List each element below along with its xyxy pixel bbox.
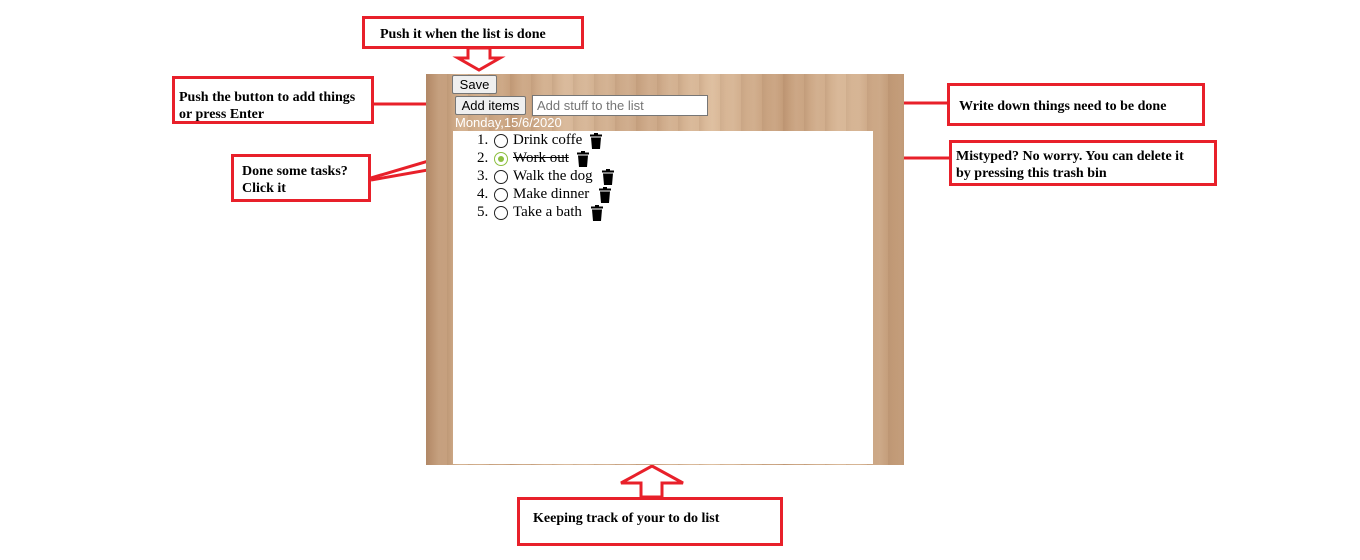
todo-number: 5. [477,204,489,220]
todo-text: Walk the dog [513,168,593,184]
radio-circle-icon[interactable] [494,206,508,220]
todo-text: Drink coffe [513,132,583,148]
annotation-delete: Mistyped? No worry. You can delete it by… [949,140,1217,186]
add-stuff-input[interactable] [532,95,708,116]
annotation-delete-line2: by pressing this trash bin [956,166,1107,181]
todo-text: Take a bath [513,204,582,220]
annotation-done-line1: Done some tasks? [242,164,348,179]
todo-list-panel: 1. Drink coffe 2. Work out 3. Walk the d… [453,131,873,464]
annotation-done-line2: Click it [242,181,286,196]
trash-icon[interactable] [590,133,602,149]
todo-number: 4. [477,186,489,202]
arrow-down-icon [452,46,506,72]
add-items-button[interactable]: Add items [455,96,526,115]
radio-circle-icon[interactable] [494,170,508,184]
trash-icon[interactable] [591,205,603,221]
annotation-save: Push it when the list is done [362,16,584,49]
save-button[interactable]: Save [452,75,497,94]
todo-number: 1. [477,132,489,148]
annotation-write-text: Write down things need to be done [959,99,1167,114]
annotation-done: Done some tasks? Click it [231,154,371,202]
todo-number: 3. [477,168,489,184]
annotation-track: Keeping track of your to do list [517,497,783,546]
todo-number: 2. [477,150,489,166]
date-label: Monday,15/6/2020 [455,115,562,130]
radio-circle-icon[interactable] [494,134,508,148]
todo-text: Make dinner [513,186,590,202]
trash-icon[interactable] [599,187,611,203]
annotation-track-text: Keeping track of your to do list [533,511,720,526]
todo-text: Work out [513,150,569,166]
radio-checked-icon[interactable] [494,152,508,166]
annotation-add-line2: or press Enter [179,107,265,122]
trash-icon[interactable] [577,151,589,167]
annotation-add-line1: Push the button to add things [179,90,356,105]
annotation-write: Write down things need to be done [947,83,1205,126]
annotation-add-items: Push the button to add things or press E… [172,76,374,124]
annotation-delete-line1: Mistyped? No worry. You can delete it [956,149,1184,164]
annotation-save-text: Push it when the list is done [380,27,546,42]
trash-icon[interactable] [602,169,614,185]
radio-circle-icon[interactable] [494,188,508,202]
arrow-up-icon [620,464,684,499]
